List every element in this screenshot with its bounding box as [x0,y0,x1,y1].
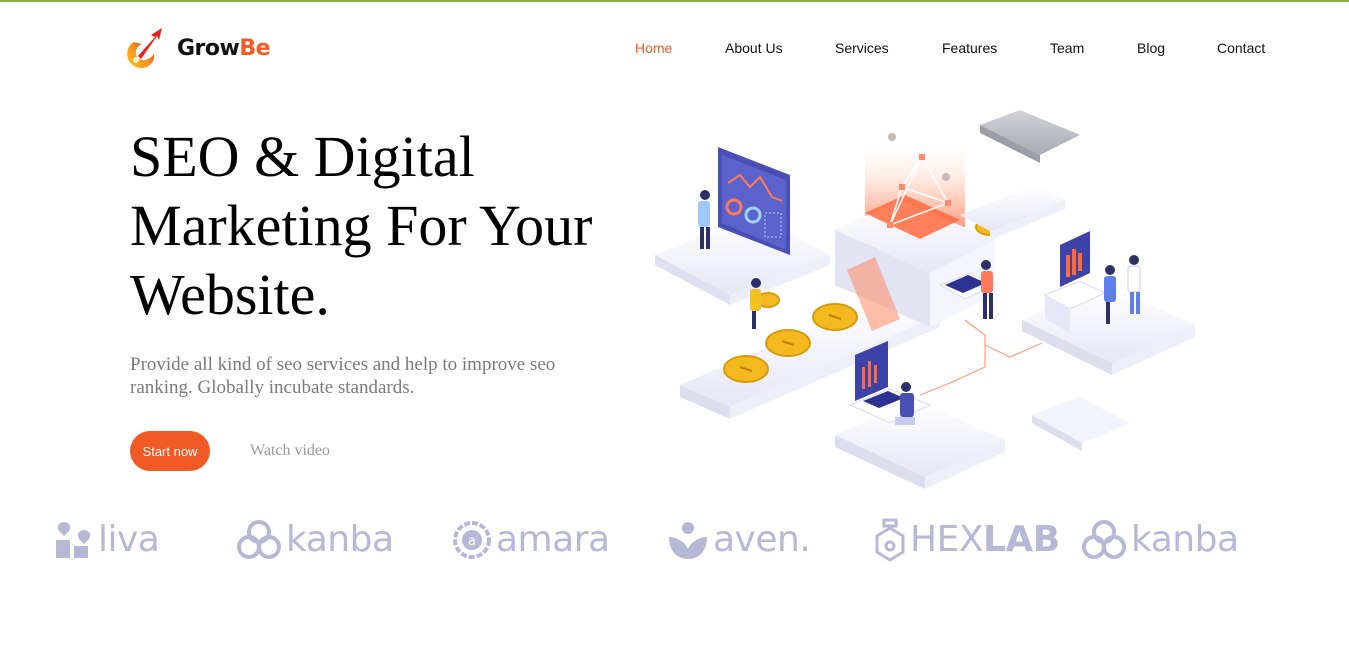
brand-name: amara [496,519,610,560]
site-logo[interactable]: GrowBe [124,26,271,70]
nav-blog[interactable]: Blog [1137,40,1165,56]
aven-logo-icon [669,522,707,559]
nav-about-us[interactable]: About Us [725,40,783,56]
hero-subtitle: Provide all kind of seo services and hel… [130,354,556,398]
watch-video-link[interactable]: Watch video [250,442,330,460]
brand-amara: a amara [452,510,610,570]
isometric-seo-illustration [655,110,1195,489]
brand-liva: liva [54,510,160,570]
nav-contact[interactable]: Contact [1217,40,1265,56]
liva-logo-icon [56,522,91,558]
svg-text:a: a [468,534,476,549]
brand-kanba: kanba [236,510,394,570]
hero-title: SEO & Digital Marketing For Your Website… [130,124,593,327]
nav-services[interactable]: Services [835,40,889,56]
nav-home[interactable]: Home [635,40,672,56]
kanba-logo-icon [237,520,281,559]
start-now-button[interactable]: Start now [130,431,210,471]
kanba-logo-icon [1082,520,1126,559]
brand-name: aven. [713,519,811,560]
brand-name: liva [98,519,160,560]
brand-hexlab: HEXLAB [874,510,1060,570]
brand-name: HEXLAB [910,519,1060,560]
nav-features[interactable]: Features [942,40,997,56]
amara-logo-icon: a [453,521,491,559]
nav-team[interactable]: Team [1050,40,1084,56]
brand-name: kanba [286,519,394,560]
rocket-logo-icon [127,28,162,69]
hexlab-logo-icon [875,518,905,562]
top-border [0,0,1349,2]
brand-name: kanba [1131,519,1239,560]
brand-kanba-2: kanba [1081,510,1239,570]
brand-aven: aven. [667,510,811,570]
logo-wordmark: GrowBe [177,35,271,61]
partner-logos: liva kanba a amara aven. HEXLAB kanba [0,510,1349,570]
